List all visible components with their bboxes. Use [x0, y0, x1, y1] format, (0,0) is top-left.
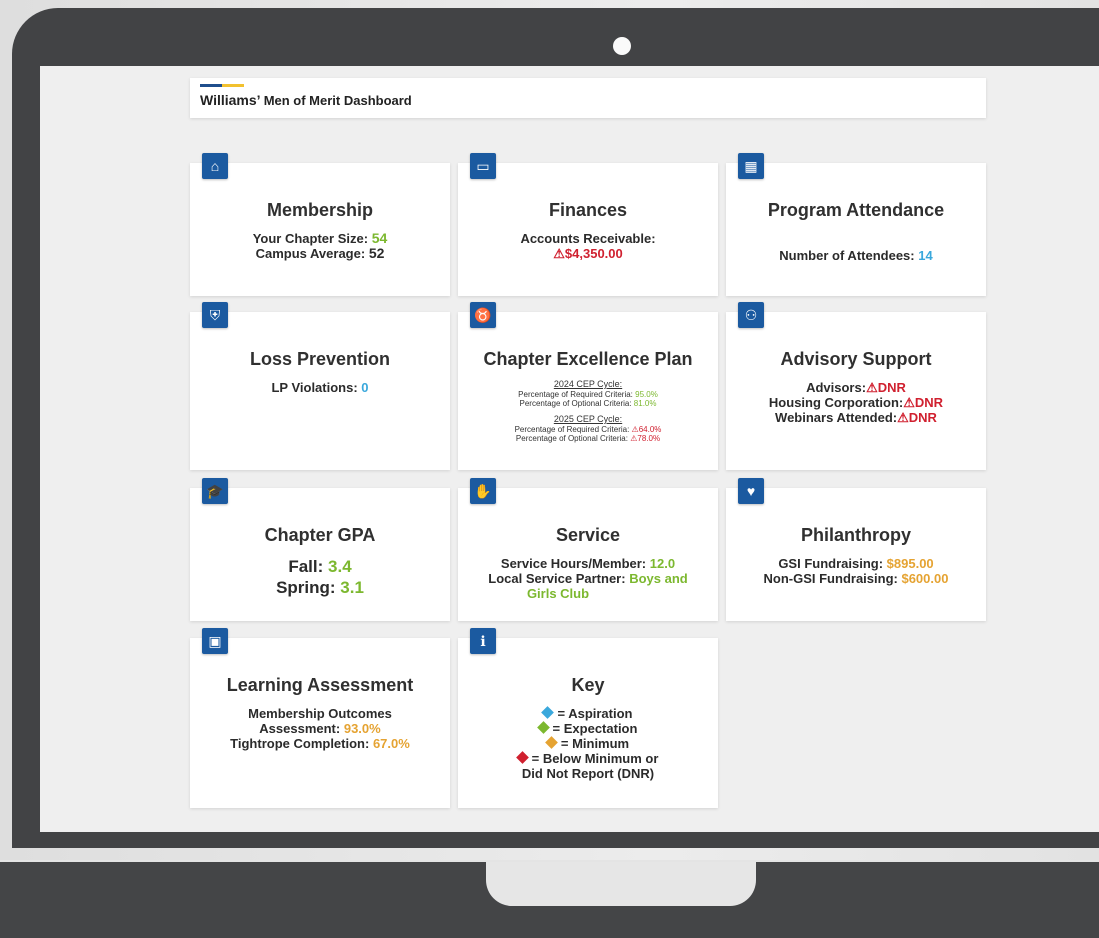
- below-minimum-diamond-icon: [515, 751, 529, 764]
- card-title: Philanthropy: [800, 525, 911, 545]
- program-attendance-card[interactable]: ▦ Program Attendance Number of Attendees…: [726, 153, 986, 296]
- chapter-gpa-card[interactable]: 🎓 Chapter GPA Fall: 3.4 Spring: 3.1: [190, 478, 450, 621]
- webcam: [613, 37, 631, 55]
- finances-card[interactable]: ▭ Finances Accounts Receivable: ⚠$4,350.…: [458, 153, 718, 296]
- card-body: Your Chapter Size: 54 Campus Average: 52: [252, 230, 388, 262]
- expectation-diamond-icon: [536, 721, 550, 734]
- card-title: Service: [555, 525, 621, 545]
- calendar-icon: ▦: [738, 153, 764, 179]
- philanthropy-card[interactable]: ♥ Philanthropy GSI Fundraising: $895.00 …: [726, 478, 986, 621]
- card-body: 2024 CEP Cycle: Percentage of Required C…: [514, 379, 662, 443]
- header-accent-bar: [200, 84, 244, 87]
- page-title: Williams’ Men of Merit Dashboard: [200, 92, 412, 108]
- card-body: Membership Outcomes Assessment: 93.0% Ti…: [230, 706, 410, 751]
- card-body: Service Hours/Member: 12.0 Local Service…: [488, 556, 688, 601]
- card-title: Membership: [266, 200, 374, 220]
- advisory-support-card[interactable]: ⚇ Advisory Support Advisors:⚠DNR Housing…: [726, 302, 986, 470]
- card-title: Key: [571, 675, 605, 695]
- card-title: Learning Assessment: [226, 675, 414, 695]
- chart-screen-icon: ▣: [202, 628, 228, 654]
- medal-icon: ♉: [470, 302, 496, 328]
- card-body: GSI Fundraising: $895.00 Non-GSI Fundrai…: [763, 556, 949, 586]
- card-title: Loss Prevention: [249, 349, 391, 369]
- card-title: Chapter GPA: [264, 525, 376, 545]
- shield-icon: ⛨: [202, 302, 228, 328]
- laptop-base-notch: [486, 862, 756, 906]
- card-body: LP Violations: 0: [271, 380, 369, 395]
- graduation-cap-icon: 🎓: [202, 478, 228, 504]
- chapter-excellence-plan-card[interactable]: ♉ Chapter Excellence Plan 2024 CEP Cycle…: [458, 302, 718, 470]
- info-icon: ℹ: [470, 628, 496, 654]
- minimum-diamond-icon: [544, 736, 558, 749]
- card-body: Accounts Receivable: ⚠$4,350.00: [520, 231, 656, 261]
- people-icon: ⚇: [738, 302, 764, 328]
- card-body: Advisors:⚠DNR Housing Corporation:⚠DNR W…: [768, 380, 944, 425]
- money-icon: ▭: [470, 153, 496, 179]
- dashboard-header: Williams’ Men of Merit Dashboard: [190, 78, 986, 118]
- learning-assessment-card[interactable]: ▣ Learning Assessment Membership Outcome…: [190, 628, 450, 808]
- aspiration-diamond-icon: [541, 706, 555, 719]
- hand-heart-icon: ♥: [738, 478, 764, 504]
- laptop-screen: Williams’ Men of Merit Dashboard ⌂ Membe…: [40, 66, 1099, 832]
- home-icon: ⌂: [202, 153, 228, 179]
- card-title: Finances: [548, 200, 628, 220]
- handshake-icon: ✋: [470, 478, 496, 504]
- loss-prevention-card[interactable]: ⛨ Loss Prevention LP Violations: 0: [190, 302, 450, 470]
- warning-icon: ⚠: [553, 246, 565, 261]
- card-title: Program Attendance: [767, 200, 945, 220]
- service-card[interactable]: ✋ Service Service Hours/Member: 12.0 Loc…: [458, 478, 718, 621]
- key-card[interactable]: ℹ Key = Aspiration = Expectation = Minim…: [458, 628, 718, 808]
- membership-card[interactable]: ⌂ Membership Your Chapter Size: 54 Campu…: [190, 153, 450, 296]
- card-title: Chapter Excellence Plan: [483, 349, 693, 369]
- card-body: Number of Attendees: 14: [779, 248, 933, 263]
- card-body: = Aspiration = Expectation = Minimum = B…: [458, 706, 718, 781]
- card-title: Advisory Support: [780, 349, 932, 369]
